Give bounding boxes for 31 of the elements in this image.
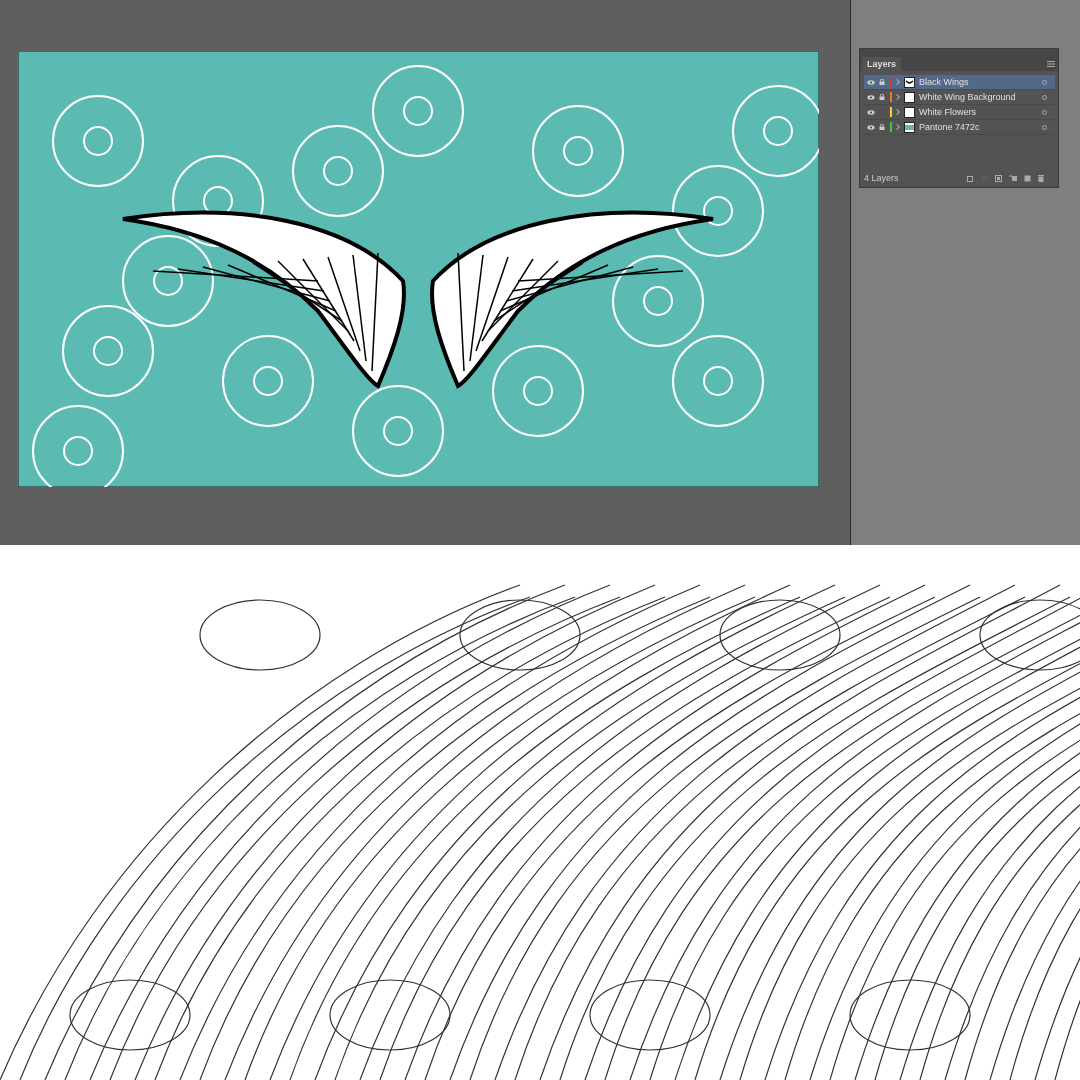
trash-icon[interactable]: [1038, 174, 1044, 182]
new-layer-icon[interactable]: [1024, 174, 1031, 182]
chevron-icon[interactable]: [896, 94, 900, 100]
layer-count: 4 Layers: [864, 173, 899, 183]
lock-icon[interactable]: [879, 79, 885, 85]
layer-row[interactable]: Black Wings: [864, 75, 1055, 90]
layer-row[interactable]: White Wing Background: [864, 90, 1055, 105]
target-circle-icon[interactable]: [1042, 109, 1047, 115]
eye-icon[interactable]: [867, 124, 875, 130]
target-circle-icon[interactable]: [1042, 124, 1047, 130]
export-icon[interactable]: [967, 174, 974, 182]
eye-icon[interactable]: [867, 109, 875, 115]
layer-name: Pantone 7472c: [919, 122, 981, 132]
layer-row[interactable]: Pantone 7472c: [864, 120, 1055, 135]
layer-name: White Wing Background: [919, 92, 1017, 102]
chevron-icon[interactable]: [896, 124, 900, 130]
eye-icon[interactable]: [867, 79, 875, 85]
layer-name: White Flowers: [919, 107, 977, 117]
new-sublayer-icon[interactable]: [1009, 175, 1017, 181]
panel-tab[interactable]: Layers: [862, 57, 902, 71]
eye-icon[interactable]: [867, 94, 875, 100]
lock-icon[interactable]: [879, 94, 885, 100]
clip-mask-icon[interactable]: [995, 174, 1002, 182]
chevron-icon[interactable]: [896, 109, 900, 115]
chevron-icon[interactable]: [896, 79, 900, 85]
layer-name: Black Wings: [919, 77, 970, 87]
target-circle-icon[interactable]: [1042, 79, 1047, 85]
layer-row[interactable]: White Flowers: [864, 105, 1055, 120]
lock-icon[interactable]: [879, 124, 885, 130]
menu-icon[interactable]: [1047, 61, 1055, 67]
target-circle-icon[interactable]: [1042, 94, 1047, 100]
